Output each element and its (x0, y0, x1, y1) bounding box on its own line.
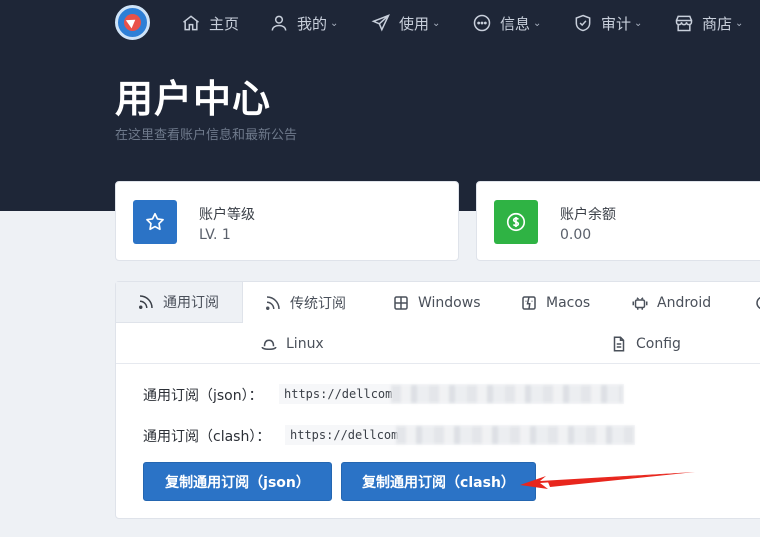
rss-icon (266, 295, 280, 310)
user-icon (271, 15, 287, 31)
tab-config[interactable]: Config (610, 323, 681, 364)
chevron-down-icon: ⌄ (735, 17, 744, 29)
tab-macos[interactable]: Macos (520, 282, 590, 323)
chevron-down-icon: ⌄ (533, 17, 542, 29)
tab-label: Macos (546, 294, 591, 311)
tab-divider (116, 363, 760, 364)
tab-legacy-subscription[interactable]: 传统订阅 (264, 282, 346, 323)
more-circle-icon (473, 14, 491, 32)
shield-check-icon (575, 14, 591, 32)
top-navbar: 主页 我的 ⌄ 使用 ⌄ 信息 ⌄ 审计 ⌄ 商店 ⌄ (0, 0, 760, 48)
account-balance-card: 账户余额 0.00 (476, 181, 760, 261)
nav-item-home[interactable]: 主页 (181, 11, 239, 35)
tab-windows[interactable]: Windows (392, 282, 481, 323)
tab-label: Windows (418, 294, 481, 311)
dollar-icon (494, 200, 538, 244)
redaction-blur (396, 426, 634, 444)
nav-label-info: 信息 (500, 14, 531, 33)
tab-android[interactable]: Android (631, 282, 711, 323)
tab-label: 通用订阅 (163, 295, 219, 311)
finder-icon (522, 295, 536, 310)
tab-universal-subscription[interactable]: 通用订阅 (116, 282, 243, 323)
tab-label: Config (636, 335, 681, 352)
nav-item-use[interactable]: 使用 ⌄ (371, 11, 440, 35)
account-level-card: 账户等级 LV. 1 (115, 181, 459, 261)
hat-icon (261, 338, 277, 350)
chevron-down-icon: ⌄ (634, 17, 643, 29)
nav-label-home: 主页 (209, 14, 240, 33)
redaction-blur (391, 385, 623, 403)
nav-item-info[interactable]: 信息 ⌄ (472, 11, 541, 35)
chevron-down-icon: ⌄ (432, 17, 441, 29)
account-balance-label: 账户余额 (560, 207, 616, 223)
json-subscription-label: 通用订阅（json）： (143, 388, 263, 404)
rss-icon (139, 295, 153, 309)
account-balance-value: 0.00 (560, 227, 592, 243)
store-icon (675, 15, 693, 32)
copy-clash-button[interactable]: 复制通用订阅（clash） (341, 462, 536, 501)
nav-item-store[interactable]: 商店 ⌄ (674, 11, 743, 35)
copy-json-button[interactable]: 复制通用订阅（json） (143, 462, 332, 501)
star-icon (133, 200, 177, 244)
chevron-down-icon: ⌄ (330, 17, 339, 29)
send-icon (371, 14, 390, 32)
tab-more-partial[interactable] (754, 282, 760, 323)
nav-label-audit: 审计 (601, 14, 632, 33)
account-level-label: 账户等级 (199, 207, 255, 223)
tab-linux[interactable]: Linux (260, 323, 324, 364)
account-level-value: LV. 1 (199, 227, 231, 243)
page-subtitle: 在这里查看账户信息和最新公告 (115, 128, 298, 143)
clash-subscription-label: 通用订阅（clash）： (143, 429, 271, 445)
nav-item-audit[interactable]: 审计 ⌄ (573, 11, 642, 35)
nav-label-use: 使用 (399, 14, 430, 33)
home-icon (183, 15, 199, 31)
site-logo[interactable] (115, 5, 150, 40)
file-text-icon (613, 336, 625, 351)
page-title: 用户中心 (115, 77, 272, 121)
subscription-card: 通用订阅 传统订阅 Windows Macos Android Linux Co… (115, 281, 760, 519)
windows-icon (394, 295, 408, 310)
android-icon (632, 296, 648, 310)
tab-label: 传统订阅 (290, 295, 346, 312)
nav-label-mine: 我的 (297, 14, 328, 33)
tab-label: Linux (286, 335, 324, 352)
tab-label: Android (657, 294, 712, 311)
circle-icon (756, 296, 760, 309)
nav-label-store: 商店 (702, 14, 733, 33)
nav-item-mine[interactable]: 我的 ⌄ (269, 11, 338, 35)
